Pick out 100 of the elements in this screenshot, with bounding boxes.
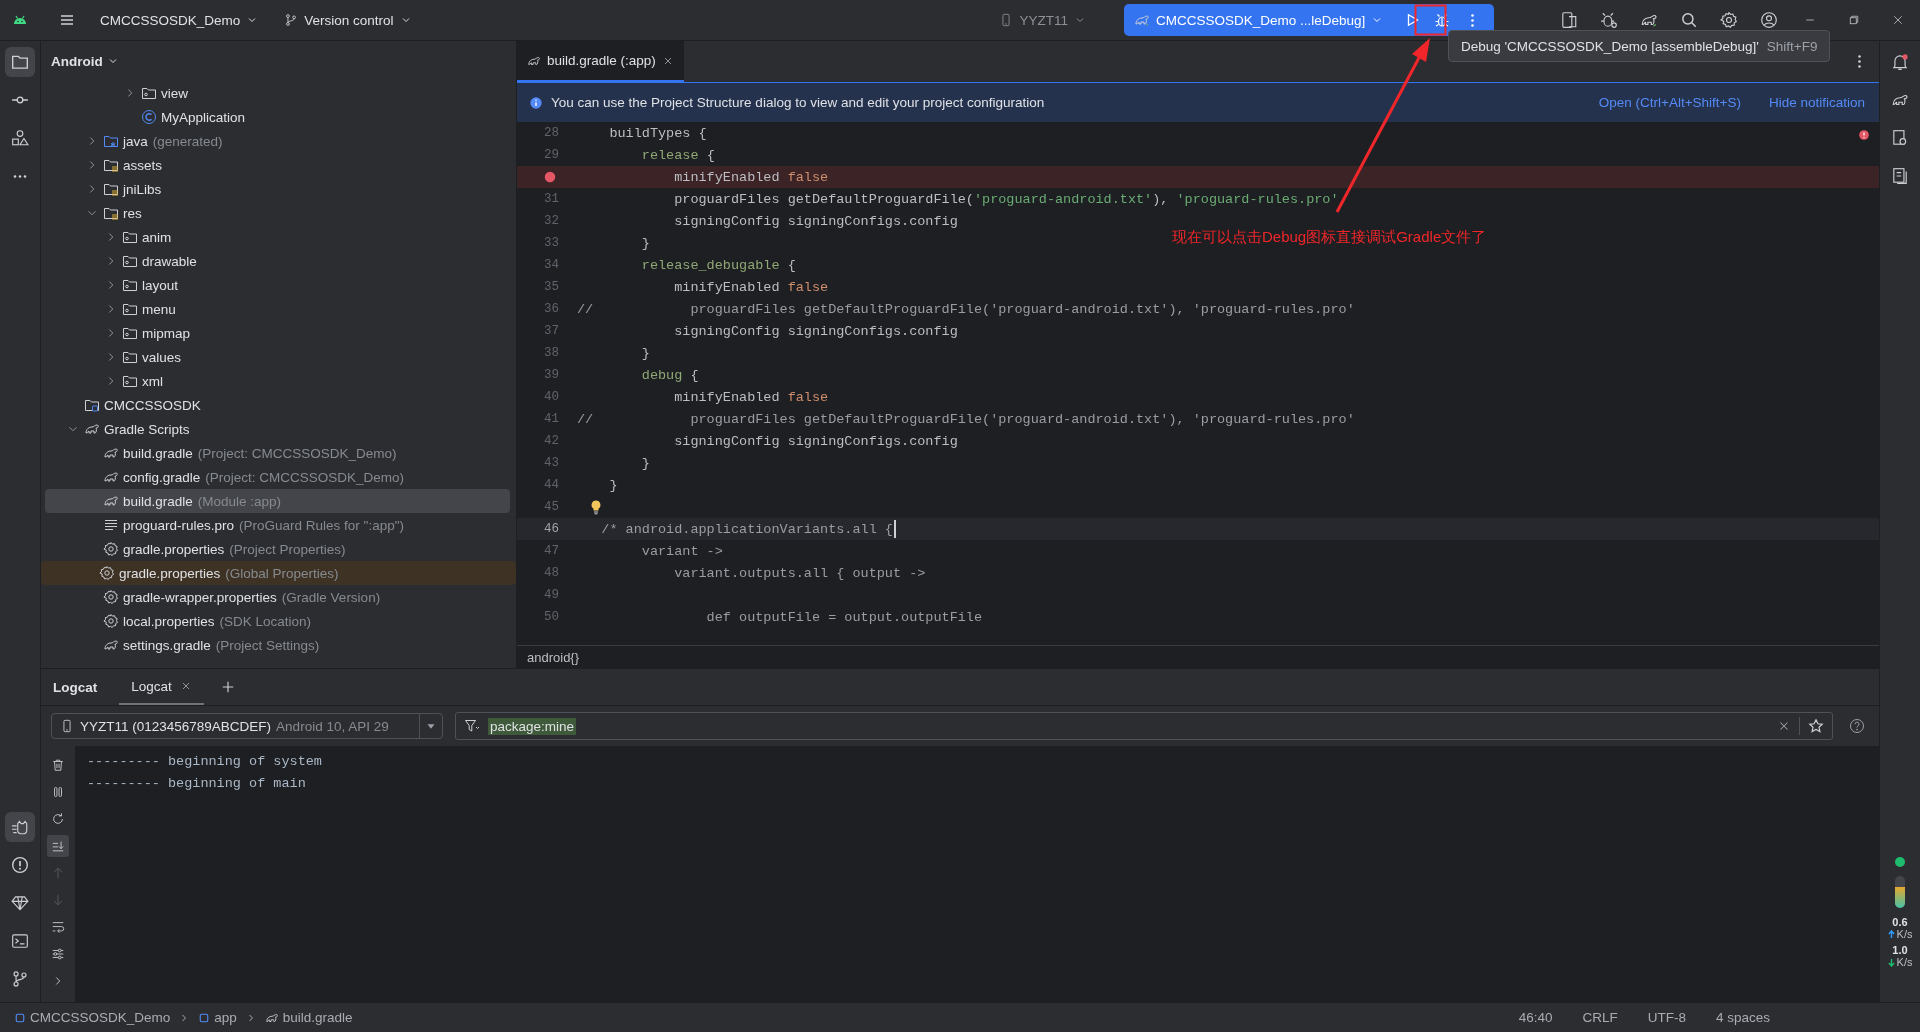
cat-icon — [11, 818, 29, 836]
log-line: --------- beginning of main — [87, 776, 307, 793]
tree-item[interactable]: values — [45, 345, 510, 369]
upload-speed: 0.6 — [1892, 916, 1908, 928]
tree-item[interactable]: settings.gradle (Project Settings) — [45, 633, 510, 657]
help-icon[interactable] — [1849, 718, 1865, 734]
device-dropdown[interactable]: YYZT11 — [991, 5, 1094, 35]
breadcrumb-item[interactable]: app — [198, 1010, 237, 1025]
notification-link[interactable]: Hide notification — [1768, 95, 1865, 110]
module-icon — [14, 1011, 26, 1024]
tree-item[interactable]: build.gradle (Module :app) — [45, 489, 510, 513]
status-dot-icon — [1894, 856, 1906, 868]
run-configuration-dropdown[interactable]: CMCCSSOSDK_Demo ...leDebug] — [1128, 6, 1390, 34]
shapes-icon — [11, 129, 29, 147]
code-line: release_debugable { — [640, 257, 796, 273]
code-line: signingConfig signingConfigs.config — [673, 433, 958, 449]
logcat-tool-button[interactable] — [5, 812, 35, 842]
more-icon — [1857, 55, 1861, 68]
code-line: /* android.applicationVariants.all { — [600, 521, 893, 537]
line-number: 47 — [544, 544, 559, 558]
text-file-icon — [103, 517, 119, 533]
scroll-to-end-button[interactable] — [47, 835, 69, 857]
error-indicator-icon[interactable] — [1857, 128, 1871, 142]
document-icon — [1891, 167, 1909, 185]
tree-item[interactable]: CMCCSSOSDK — [45, 393, 510, 417]
code-breadcrumb[interactable]: android{} — [527, 649, 580, 665]
tree-item[interactable]: gradle.properties (Global Properties) — [41, 561, 516, 585]
breadcrumb-item[interactable]: build.gradle — [264, 1010, 353, 1025]
tree-item[interactable]: config.gradle (Project: CMCCSSOSDK_Demo) — [45, 465, 510, 489]
breakpoint-icon[interactable] — [543, 170, 557, 184]
tree-item[interactable]: res — [45, 201, 510, 225]
status-item[interactable]: 4 spaces — [1715, 1010, 1770, 1025]
tree-item[interactable]: gradle-wrapper.properties (Gradle Version) — [45, 585, 510, 609]
tree-item[interactable]: jniLibs — [45, 177, 510, 201]
logcat-tab[interactable]: Logcat — [119, 669, 204, 705]
project-view-dropdown[interactable]: Android — [51, 53, 119, 69]
line-number: 37 — [544, 324, 559, 338]
code-line: release { — [640, 147, 715, 163]
folder-icon — [122, 229, 138, 245]
device-selector[interactable]: YYZT11 (0123456789ABCDEF) Android 10, API 29 — [51, 713, 443, 739]
tree-item[interactable]: proguard-rules.pro (ProGuard Rules for ":app") — [45, 513, 510, 537]
info-icon — [529, 95, 543, 110]
tree-item[interactable]: local.properties (SDK Location) — [45, 609, 510, 633]
panel-title: Logcat — [53, 679, 98, 695]
log-line: --------- beginning of system — [87, 754, 323, 771]
code-line: variant -> — [640, 543, 723, 559]
tree-item[interactable]: view — [45, 81, 510, 105]
breadcrumb-item[interactable]: CMCCSSOSDK_Demo — [14, 1010, 171, 1025]
tree-item[interactable]: layout — [45, 273, 510, 297]
trash-icon — [51, 758, 65, 772]
branch-icon — [284, 13, 299, 27]
sliders-icon — [51, 947, 65, 961]
filter-field[interactable]: package:mine — [455, 712, 1833, 740]
module-folder-icon — [84, 397, 100, 413]
elephant-icon — [1134, 12, 1150, 28]
project-tool-button[interactable] — [5, 47, 35, 77]
pause-icon — [51, 785, 65, 799]
download-speed: 1.0 — [1892, 944, 1908, 956]
version-control-dropdown[interactable]: Version control — [276, 5, 420, 35]
code-line: } — [640, 455, 650, 471]
tree-item[interactable]: MyApplication — [45, 105, 510, 129]
shortcut-text: Shift+F9 — [1766, 38, 1818, 54]
tree-item[interactable]: build.gradle (Project: CMCCSSOSDK_Demo) — [45, 441, 510, 465]
tree-item[interactable]: xml — [45, 369, 510, 393]
line-number: 42 — [544, 434, 559, 448]
tree-item[interactable]: assets — [45, 153, 510, 177]
status-item[interactable]: 46:40 — [1518, 1010, 1553, 1025]
highlight-rectangle — [1414, 4, 1447, 36]
code-line: } — [640, 235, 650, 251]
filter-icon[interactable] — [464, 718, 480, 734]
code-line: // proguardFiles getDefaultProguardFile('proguard-android.txt'), 'proguard-rules.pro' — [577, 301, 1355, 317]
status-item[interactable]: UTF-8 — [1647, 1010, 1686, 1025]
status-item[interactable]: CRLF — [1582, 1010, 1618, 1025]
tree-item[interactable]: drawable — [45, 249, 510, 273]
plus-icon — [220, 680, 235, 694]
person-icon — [1760, 11, 1778, 29]
close-icon — [1892, 14, 1904, 26]
folder-icon — [122, 253, 138, 269]
tree-item[interactable]: java (generated) — [45, 129, 510, 153]
tree-item[interactable]: Gradle Scripts — [45, 417, 510, 441]
module-icon — [198, 1011, 211, 1024]
tree-item[interactable]: mipmap — [45, 321, 510, 345]
tree-item[interactable]: anim — [45, 225, 510, 249]
editor-tab[interactable]: build.gradle (:app) — [517, 41, 684, 82]
line-number: 50 — [544, 610, 559, 624]
tree-item[interactable]: menu — [45, 297, 510, 321]
line-number: 46 — [544, 522, 559, 536]
star-icon[interactable] — [1808, 718, 1824, 734]
tree-item[interactable]: gradle.properties (Project Properties) — [45, 537, 510, 561]
notification-link[interactable]: Open (Ctrl+Alt+Shift+S) — [1598, 95, 1741, 110]
source-folder-icon — [103, 133, 119, 149]
folder-icon — [122, 325, 138, 341]
resource-folder-icon — [103, 205, 119, 221]
code-line: debug { — [640, 367, 699, 383]
scroll-to-end-icon — [51, 839, 65, 853]
line-number: 28 — [544, 126, 559, 140]
project-dropdown[interactable]: CMCCSSOSDK_Demo — [92, 5, 267, 35]
line-number: 31 — [544, 192, 559, 206]
document-search-icon — [1891, 129, 1909, 147]
gear-icon — [103, 613, 119, 629]
